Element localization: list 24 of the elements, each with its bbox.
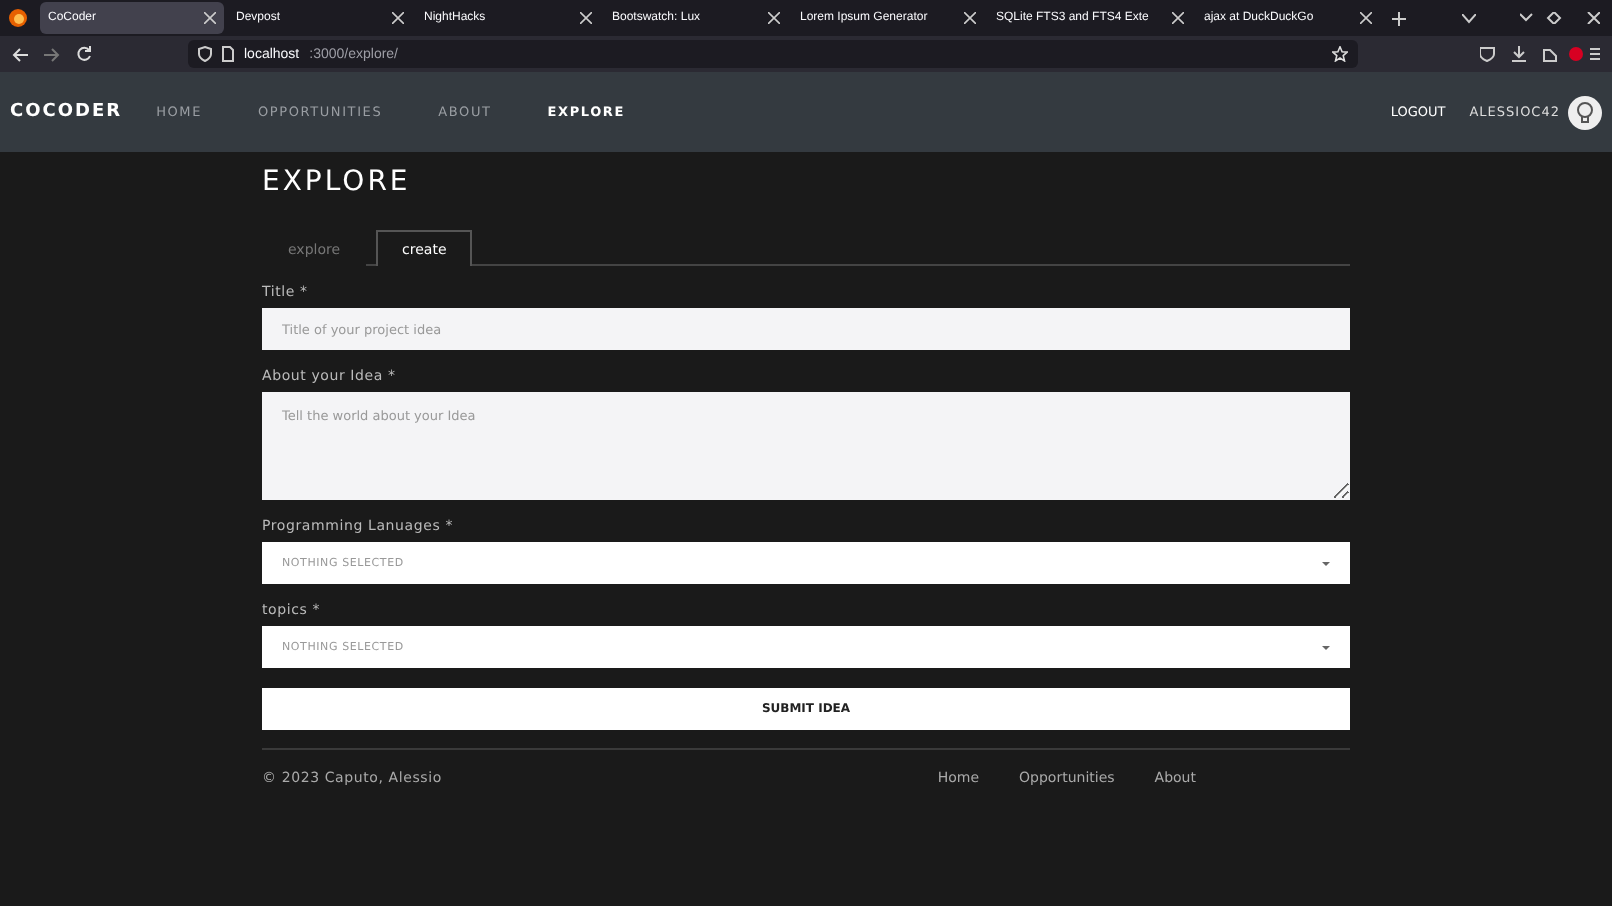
page-title: EXPLORE <box>262 166 413 198</box>
close-icon[interactable] <box>580 12 592 24</box>
close-icon[interactable] <box>1172 12 1184 24</box>
star-icon[interactable] <box>1332 46 1348 62</box>
close-icon[interactable] <box>768 12 780 24</box>
toolbar-icons-drawing[interactable] <box>1480 46 1600 62</box>
page-icon <box>222 46 234 62</box>
brand-logo[interactable]: COCODER <box>10 102 123 122</box>
chevron-down-icon[interactable] <box>1462 13 1476 23</box>
close-icon[interactable] <box>392 12 404 24</box>
browser-logo-icon[interactable] <box>8 8 28 28</box>
shield-icon <box>198 46 212 62</box>
caret-icon <box>1322 645 1330 649</box>
close-icon[interactable] <box>1360 12 1372 24</box>
reload-icon[interactable] <box>76 46 92 62</box>
avatar[interactable] <box>1568 95 1602 129</box>
lightbulb-icon <box>1576 101 1594 123</box>
plus-icon[interactable] <box>1392 11 1406 25</box>
back-icon[interactable] <box>12 47 28 61</box>
window-controls-icon[interactable] <box>1520 12 1600 24</box>
forward-icon[interactable] <box>44 47 60 61</box>
caret-icon <box>1322 561 1330 565</box>
close-icon[interactable] <box>204 12 216 24</box>
close-icon[interactable] <box>964 12 976 24</box>
